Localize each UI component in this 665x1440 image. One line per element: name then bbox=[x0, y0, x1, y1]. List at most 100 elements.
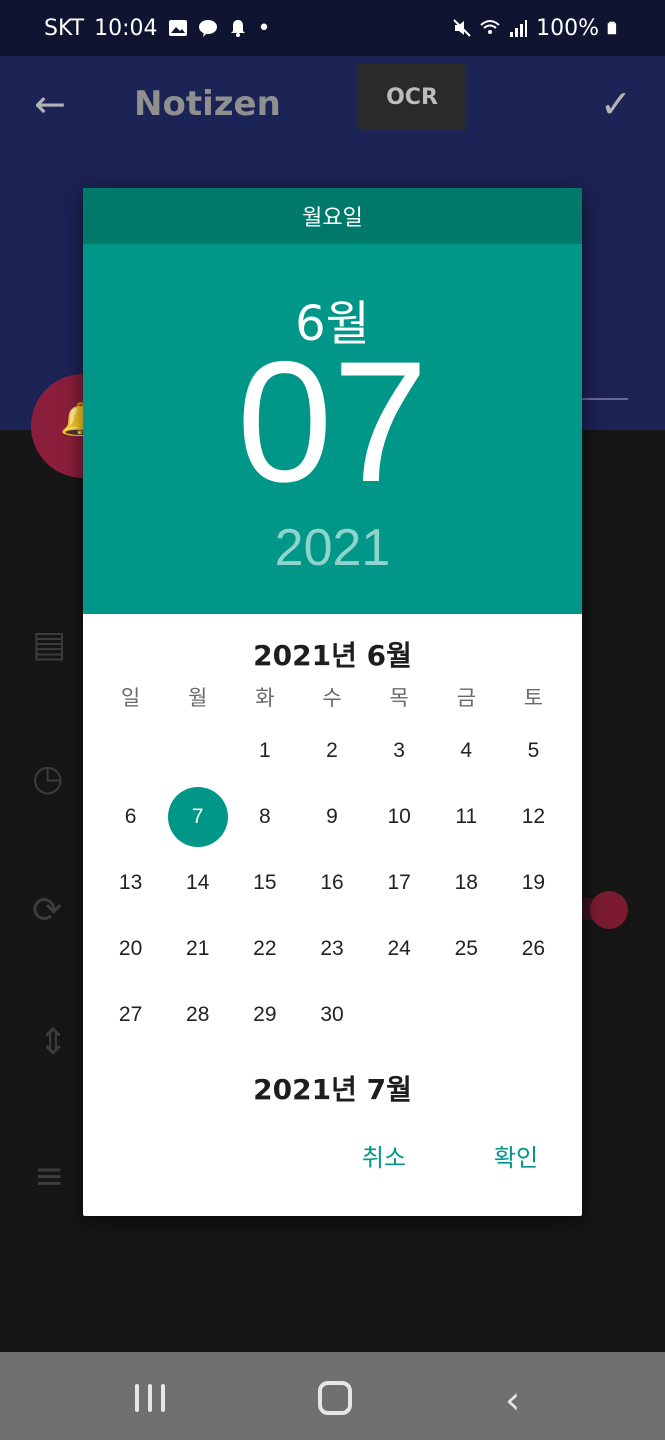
calendar-day[interactable]: 16 bbox=[298, 850, 365, 916]
calendar-empty-cell bbox=[500, 982, 567, 1048]
weekday-header: 월요일 bbox=[83, 188, 582, 244]
calendar-day[interactable]: 4 bbox=[433, 718, 500, 784]
ocr-button[interactable]: OCR bbox=[358, 64, 466, 130]
calendar-day-label: 23 bbox=[320, 937, 344, 960]
weekday-sun: 일 bbox=[120, 686, 141, 710]
recent-apps-icon[interactable] bbox=[133, 1384, 167, 1412]
notification-icon bbox=[230, 20, 245, 37]
mute-icon bbox=[453, 19, 471, 37]
calendar-day-label: 10 bbox=[387, 805, 411, 828]
weekday-row: 일 월 화 수 목 금 토 bbox=[97, 682, 567, 712]
calendar-day-label: 11 bbox=[455, 805, 478, 828]
status-bar: SKT 10:04 • 100% bbox=[0, 0, 665, 56]
back-arrow-icon[interactable]: ← bbox=[34, 84, 70, 124]
calendar-day[interactable]: 21 bbox=[164, 916, 231, 982]
calendar-day[interactable]: 28 bbox=[164, 982, 231, 1048]
calendar-day[interactable]: 11 bbox=[433, 784, 500, 850]
ok-button[interactable]: 확인 bbox=[450, 1134, 582, 1182]
calendar-day-label: 29 bbox=[253, 1003, 277, 1026]
calendar-day[interactable]: 8 bbox=[231, 784, 298, 850]
next-month-title: 2021년 7월 bbox=[253, 1073, 412, 1106]
calendar-day-label: 30 bbox=[320, 1003, 344, 1026]
calendar-empty-cell bbox=[164, 718, 231, 784]
calendar-day[interactable]: 30 bbox=[298, 982, 365, 1048]
calendar-day-label: 12 bbox=[521, 805, 546, 828]
nav-back-icon[interactable]: ‹ bbox=[505, 1378, 520, 1422]
wifi-icon bbox=[480, 20, 500, 34]
calendar-day[interactable]: 12 bbox=[500, 784, 567, 850]
calendar-day-label: 15 bbox=[253, 871, 277, 894]
gallery-icon bbox=[168, 20, 187, 36]
calendar-day-label: 9 bbox=[326, 805, 338, 828]
calendar-day-label: 25 bbox=[454, 937, 478, 960]
calendar-day[interactable]: 18 bbox=[433, 850, 500, 916]
calendar-day[interactable]: 9 bbox=[298, 784, 365, 850]
calendar-day[interactable]: 14 bbox=[164, 850, 231, 916]
calendar-day[interactable]: 17 bbox=[366, 850, 433, 916]
calendar-grid: 1 2 3 4 5 6 7 8 9 10 11 12 13 14 15 16 17 18 19 20 21 22 23 24 2… bbox=[97, 718, 567, 1048]
calendar-day[interactable]: 5 bbox=[500, 718, 567, 784]
weekday-fri: 금 bbox=[456, 686, 476, 710]
check-icon[interactable]: ✓ bbox=[600, 84, 632, 124]
calendar-day-label: 14 bbox=[186, 871, 210, 894]
selected-day[interactable]: 07 bbox=[83, 336, 582, 508]
calendar-day-label: 17 bbox=[387, 871, 411, 894]
calendar-day[interactable]: 25 bbox=[433, 916, 500, 982]
calendar-day[interactable]: 19 bbox=[500, 850, 567, 916]
weekday-mon: 월 bbox=[188, 686, 208, 710]
calendar-empty-cell bbox=[366, 982, 433, 1048]
calendar-day[interactable]: 24 bbox=[366, 916, 433, 982]
calendar-day[interactable]: 26 bbox=[500, 916, 567, 982]
notes-icon[interactable]: ≡ bbox=[34, 1156, 64, 1197]
weekday-tue: 화 bbox=[255, 686, 275, 710]
home-icon[interactable] bbox=[318, 1381, 352, 1415]
calendar-day[interactable]: 3 bbox=[366, 718, 433, 784]
calendar-day[interactable]: 22 bbox=[231, 916, 298, 982]
calendar-empty-cell bbox=[433, 982, 500, 1048]
expand-icon[interactable]: ⇕ bbox=[38, 1022, 68, 1063]
clock-icon[interactable]: ◷ bbox=[32, 758, 63, 799]
calendar-day[interactable]: 1 bbox=[231, 718, 298, 784]
weekday-wed: 수 bbox=[322, 686, 342, 710]
calendar-day-label: 2 bbox=[326, 739, 338, 762]
calendar-day[interactable]: 29 bbox=[231, 982, 298, 1048]
calendar-day[interactable]: 6 bbox=[97, 784, 164, 850]
weekday-sat: 토 bbox=[523, 686, 544, 710]
calendar-day-label: 13 bbox=[118, 871, 143, 894]
calendar-day[interactable]: 15 bbox=[231, 850, 298, 916]
weekday-thu: 목 bbox=[389, 686, 409, 710]
calendar-day-label: 20 bbox=[118, 937, 143, 960]
cancel-button[interactable]: 취소 bbox=[318, 1134, 450, 1182]
calendar-day-label: 18 bbox=[454, 871, 478, 894]
battery-label: 100% bbox=[536, 15, 599, 41]
calendar-day-label: 6 bbox=[124, 805, 137, 828]
date-picker-dialog: 월요일 6월 07 2021 2021년 6월 일 월 화 수 목 금 토 12… bbox=[83, 188, 582, 1216]
carrier-label: SKT bbox=[44, 15, 85, 41]
repeat-icon[interactable]: ⟳ bbox=[32, 890, 62, 931]
calendar-day[interactable]: 20 bbox=[97, 916, 164, 982]
calendar-day[interactable]: 23 bbox=[298, 916, 365, 982]
calendar-day-label: 22 bbox=[253, 937, 277, 960]
calendar-day-label: 27 bbox=[118, 1003, 143, 1026]
calendar-day[interactable]: 27 bbox=[97, 982, 164, 1048]
calendar-day-label: 28 bbox=[186, 1003, 210, 1026]
kakaotalk-icon bbox=[198, 20, 217, 37]
calendar-day-label: 26 bbox=[521, 937, 546, 960]
list-view-icon[interactable]: ▤ bbox=[32, 624, 66, 665]
calendar-day-label: 7 bbox=[167, 787, 228, 847]
calendar-day[interactable]: 2 bbox=[298, 718, 365, 784]
calendar-day-label: 21 bbox=[186, 937, 210, 960]
selected-date-header: 6월 07 2021 bbox=[83, 244, 582, 614]
calendar-day[interactable]: 7 bbox=[164, 784, 231, 850]
dialog-actions: 취소 확인 bbox=[318, 1134, 582, 1182]
calendar-day-label: 16 bbox=[320, 871, 344, 894]
month-title: 2021년 6월 bbox=[253, 639, 412, 672]
repeat-toggle[interactable] bbox=[590, 891, 628, 929]
calendar-day[interactable]: 13 bbox=[97, 850, 164, 916]
signal-icon bbox=[510, 20, 528, 37]
dot-icon: • bbox=[257, 15, 271, 41]
selected-year[interactable]: 2021 bbox=[83, 518, 582, 578]
battery-icon bbox=[607, 21, 617, 35]
calendar-day-label: 24 bbox=[387, 937, 411, 960]
calendar-day[interactable]: 10 bbox=[366, 784, 433, 850]
